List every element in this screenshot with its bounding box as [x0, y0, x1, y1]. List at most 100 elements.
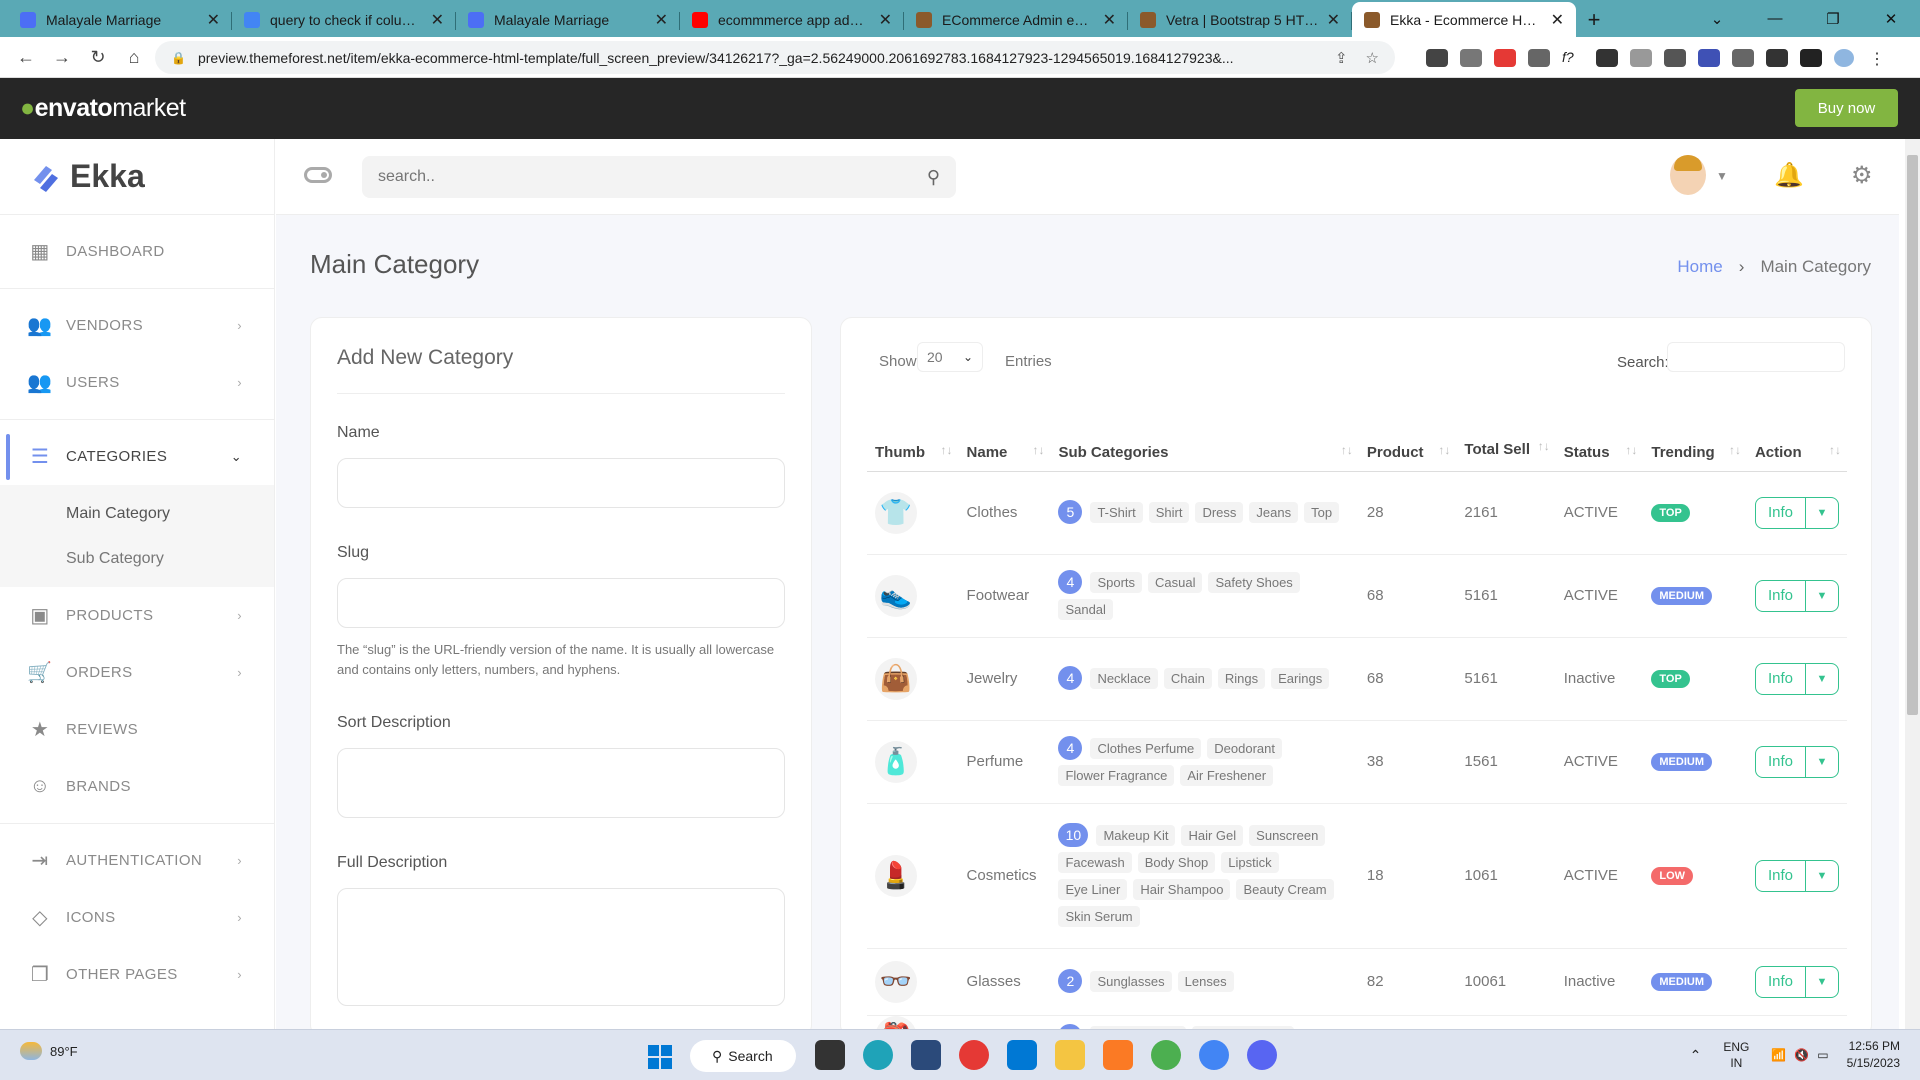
- sort-icon[interactable]: ↑↓: [941, 443, 953, 457]
- subcategory-tag[interactable]: Safety Shoes: [1208, 571, 1300, 593]
- subcategory-tag[interactable]: T-Shirt: [1090, 502, 1143, 523]
- sort-icon[interactable]: ↑↓: [1729, 443, 1741, 457]
- xampp-icon[interactable]: [1103, 1040, 1133, 1070]
- sidebar-item-authentication[interactable]: ⇥ AUTHENTICATION ›: [0, 832, 274, 889]
- lock-icon[interactable]: 🔒: [171, 51, 186, 65]
- sidebar-item-categories[interactable]: ☰ CATEGORIES ⌄: [0, 428, 274, 485]
- extension-icon[interactable]: [1630, 48, 1652, 67]
- sidebar-item-brands[interactable]: ☺ BRANDS: [0, 758, 274, 815]
- sidepanel-icon[interactable]: [1800, 48, 1822, 67]
- search-icon[interactable]: ⚲: [927, 167, 940, 188]
- brand[interactable]: Ekka: [0, 139, 274, 215]
- chrome-icon[interactable]: [959, 1040, 989, 1070]
- info-button[interactable]: Info: [1756, 663, 1806, 694]
- browser-tab[interactable]: Vetra | Bootstrap 5 HTML & ✕: [1128, 2, 1352, 37]
- close-tab-icon[interactable]: ✕: [431, 10, 444, 30]
- subcategory-tag[interactable]: Skin Serum: [1058, 905, 1140, 927]
- page-size-select[interactable]: 20 ⌄: [917, 342, 983, 372]
- action-dropdown-caret-icon[interactable]: ▼: [1806, 861, 1838, 891]
- close-tab-icon[interactable]: ✕: [207, 10, 220, 30]
- browser-menu-icon[interactable]: ⋮: [1866, 49, 1888, 68]
- browser-tab[interactable]: ecommmerce app admin s ✕: [680, 2, 904, 37]
- column-header[interactable]: Status ↑↓: [1555, 398, 1644, 472]
- vscode-icon[interactable]: [1007, 1040, 1037, 1070]
- subcategory-tag[interactable]: Sunscreen: [1249, 824, 1326, 846]
- browser-tab[interactable]: query to check if column is ✕: [232, 2, 456, 37]
- browser-tab[interactable]: Malayale Marriage ✕: [8, 2, 232, 37]
- subcategory-tag[interactable]: Lipstick: [1221, 851, 1279, 873]
- sort-icon[interactable]: ↑↓: [1829, 443, 1841, 457]
- extension-icon[interactable]: [1732, 48, 1754, 67]
- restore-button[interactable]: ❐: [1804, 0, 1862, 37]
- subcategory-tag[interactable]: Sandal: [1058, 598, 1113, 620]
- sidebar-item-orders[interactable]: 🛒 ORDERS ›: [0, 644, 274, 701]
- subcategory-tag[interactable]: Hair Gel: [1181, 824, 1244, 846]
- buy-now-button[interactable]: Buy now: [1795, 89, 1898, 127]
- search-bar[interactable]: ⚲: [362, 156, 956, 198]
- subcategory-tag[interactable]: Sunglasses: [1090, 971, 1172, 992]
- subcategory-tag[interactable]: Eye Liner: [1058, 878, 1128, 900]
- sort-icon[interactable]: ↑↓: [1032, 443, 1044, 457]
- subcategory-tag[interactable]: Rings: [1217, 668, 1266, 689]
- table-row[interactable]: 👟 Footwear 4 Sports Casual Safety Shoes Sandal…: [867, 554, 1847, 638]
- subcategory-tag[interactable]: Lenses: [1177, 971, 1234, 992]
- discord-icon[interactable]: [1247, 1040, 1277, 1070]
- full-description-textarea[interactable]: [337, 888, 785, 1006]
- breadcrumb-home[interactable]: Home: [1677, 257, 1722, 277]
- language-indicator[interactable]: ENG IN: [1723, 1039, 1749, 1071]
- subcategory-tag[interactable]: Shirt: [1148, 502, 1190, 523]
- extension-icon[interactable]: [1494, 48, 1516, 67]
- sidebar-toggle-icon[interactable]: [304, 167, 332, 183]
- chrome-icon[interactable]: [1151, 1040, 1181, 1070]
- chrome-icon[interactable]: [1199, 1040, 1229, 1070]
- info-button[interactable]: Info: [1756, 966, 1806, 997]
- sort-description-textarea[interactable]: [337, 748, 785, 818]
- home-icon[interactable]: ⌂: [116, 47, 152, 68]
- subcategory-tag[interactable]: Chain: [1163, 668, 1212, 689]
- weather-widget[interactable]: 89°F: [20, 1042, 78, 1060]
- close-tab-icon[interactable]: ✕: [1327, 10, 1340, 30]
- extension-icon[interactable]: [1698, 48, 1720, 67]
- sort-icon[interactable]: ↑↓: [1538, 435, 1550, 457]
- clock[interactable]: 12:56 PM 5/15/2023: [1847, 1038, 1900, 1072]
- wifi-icon[interactable]: 📶: [1771, 1048, 1786, 1062]
- action-dropdown-caret-icon[interactable]: ▼: [1806, 581, 1838, 611]
- profile-avatar-icon[interactable]: [1834, 48, 1854, 67]
- column-header[interactable]: Action ↑↓: [1746, 398, 1847, 472]
- close-tab-icon[interactable]: ✕: [655, 10, 668, 30]
- subcategory-tag[interactable]: Body Shop: [1137, 851, 1216, 873]
- browser-tab[interactable]: ECommerce Admin eComm ✕: [904, 2, 1128, 37]
- share-icon[interactable]: ⇪: [1335, 49, 1348, 67]
- column-header[interactable]: Total Sell ↑↓: [1456, 398, 1556, 472]
- subcategory-tag[interactable]: Clothes Perfume: [1090, 737, 1202, 759]
- action-dropdown-caret-icon[interactable]: ▼: [1806, 747, 1838, 777]
- info-button[interactable]: Info: [1756, 746, 1806, 777]
- windows-start-icon[interactable]: [648, 1045, 672, 1069]
- extension-icon[interactable]: [1664, 48, 1686, 67]
- column-header[interactable]: Name ↑↓: [958, 398, 1051, 472]
- chevron-up-icon[interactable]: ⌃: [1690, 1047, 1702, 1064]
- table-search-input[interactable]: [1667, 342, 1845, 372]
- search-input[interactable]: [378, 168, 927, 186]
- subcategory-tag[interactable]: Beauty Cream: [1236, 878, 1334, 900]
- scrollbar-thumb[interactable]: [1907, 155, 1918, 715]
- column-header[interactable]: Sub Categories ↑↓: [1050, 398, 1359, 472]
- subcategory-tag[interactable]: Earings: [1271, 668, 1330, 689]
- avatar[interactable]: [1670, 155, 1706, 195]
- subcategory-tag[interactable]: Air Freshener: [1180, 764, 1274, 786]
- sidebar-item-icons[interactable]: ◇ ICONS ›: [0, 889, 274, 946]
- subcategory-tag[interactable]: Dress: [1195, 502, 1244, 523]
- table-row[interactable]: 👕 Clothes 5 T-Shirt Shirt Dress Jeans Top 28 2161…: [867, 471, 1847, 555]
- extension-icon[interactable]: [1426, 48, 1448, 67]
- minimize-button[interactable]: —: [1746, 0, 1804, 37]
- subcategory-tag[interactable]: Jeans: [1249, 502, 1299, 523]
- extension-icon[interactable]: [1460, 48, 1482, 67]
- new-tab-button[interactable]: +: [1576, 2, 1612, 37]
- table-row[interactable]: 👓 Glasses 2 Sunglasses Lenses 82 10061 Inactive…: [867, 948, 1847, 1016]
- extensions-puzzle-icon[interactable]: [1766, 48, 1788, 67]
- sort-icon[interactable]: ↑↓: [1438, 443, 1450, 457]
- action-dropdown-caret-icon[interactable]: ▼: [1806, 664, 1838, 694]
- address-bar[interactable]: 🔒 preview.themeforest.net/item/ekka-ecom…: [155, 41, 1395, 74]
- browser-tab[interactable]: Malayale Marriage ✕: [456, 2, 680, 37]
- subcategory-tag[interactable]: Hair Shampoo: [1133, 878, 1231, 900]
